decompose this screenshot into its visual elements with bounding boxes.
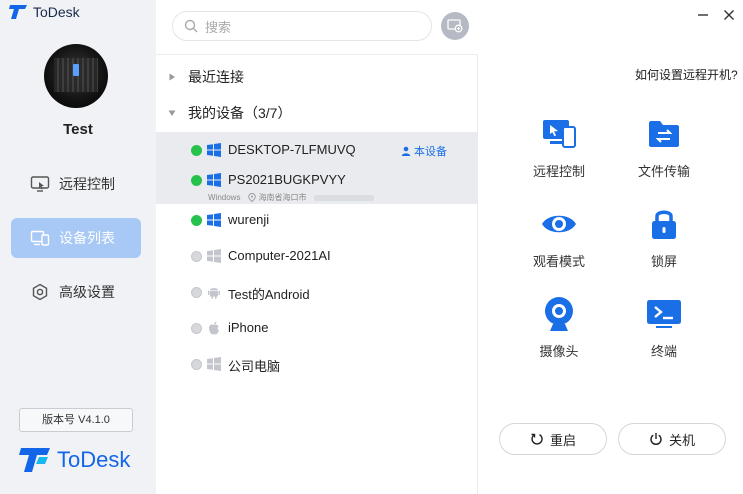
status-offline-dot (191, 323, 202, 334)
device-os-label: Windows (208, 193, 241, 202)
windows-icon (207, 213, 221, 227)
action-label: 观看模式 (532, 254, 585, 269)
status-online-dot (191, 175, 202, 186)
device-row[interactable]: 公司电脑 (156, 348, 478, 384)
todesk-logo-icon (19, 448, 50, 472)
eye-icon (542, 215, 576, 233)
minimize-icon (698, 14, 708, 16)
status-offline-dot (191, 359, 202, 370)
terminal-icon (647, 300, 681, 328)
action-remote-control[interactable]: 远程控制 (519, 112, 599, 180)
avatar[interactable] (44, 44, 108, 108)
device-meta: Windows 海南省海口市 (208, 192, 375, 203)
triangle-right-icon (169, 73, 175, 81)
remote-control-icon (30, 176, 50, 192)
nav-label: 高级设置 (59, 284, 115, 300)
remote-boot-help-link[interactable]: 如何设置远程开机? (635, 66, 738, 83)
device-name: iPhone (228, 320, 269, 335)
add-device-icon (447, 19, 463, 33)
username: Test (63, 121, 93, 138)
devices-icon (30, 230, 50, 246)
brand-bottom: ToDesk (18, 446, 130, 474)
search-bar[interactable]: 搜索 (172, 11, 432, 41)
camera-icon (545, 297, 573, 331)
app-brand: ToDesk (8, 4, 80, 20)
nav-label: 远程控制 (59, 176, 115, 192)
device-name: PS2021BUGKPVYY (228, 172, 346, 187)
minimize-button[interactable] (694, 6, 712, 24)
nav-remote-control[interactable]: 远程控制 (11, 164, 141, 204)
action-watch-mode[interactable]: 观看模式 (519, 202, 599, 270)
nav-device-list[interactable]: 设备列表 (11, 218, 141, 258)
shutdown-label: 关机 (668, 432, 695, 448)
windows-icon (207, 143, 221, 157)
status-offline-dot (191, 287, 202, 298)
search-input[interactable]: 搜索 (205, 17, 231, 36)
file-transfer-icon (649, 121, 679, 147)
device-row[interactable]: wurenji (156, 204, 478, 240)
version-badge: 版本号 V4.1.0 (19, 408, 133, 432)
device-name: Test的Android (228, 287, 310, 302)
power-icon (650, 433, 662, 446)
user-icon (401, 146, 411, 156)
android-icon (208, 288, 220, 299)
device-row[interactable]: PS2021BUGKPVYY Windows 海南省海口市 (156, 168, 478, 204)
device-name: Computer-2021AI (228, 248, 331, 263)
this-device-label: 本设备 (414, 146, 447, 158)
location-icon (248, 193, 257, 202)
nav-label: 设备列表 (59, 230, 115, 246)
restart-button[interactable]: 重启 (499, 423, 607, 455)
group-my-devices[interactable]: 我的设备（3/7） (156, 102, 291, 124)
device-row[interactable]: Test的Android (156, 276, 478, 312)
group-label: 我的设备（3/7） (188, 105, 292, 121)
status-online-dot (191, 145, 202, 156)
triangle-down-icon (168, 110, 176, 116)
add-device-button[interactable] (441, 12, 469, 40)
device-row[interactable]: iPhone (156, 312, 478, 348)
action-terminal[interactable]: 终端 (624, 292, 704, 360)
action-label: 锁屏 (650, 254, 677, 269)
windows-icon (207, 173, 221, 187)
action-lock-screen[interactable]: 锁屏 (624, 202, 704, 270)
device-name: DESKTOP-7LFMUVQ (228, 142, 356, 157)
action-label: 远程控制 (532, 164, 585, 179)
action-label: 终端 (650, 344, 677, 359)
close-button[interactable] (720, 6, 738, 24)
windows-icon (207, 249, 221, 263)
action-label: 文件传输 (637, 164, 690, 179)
action-file-transfer[interactable]: 文件传输 (624, 112, 704, 180)
apple-icon (209, 321, 219, 335)
device-row[interactable]: Computer-2021AI (156, 240, 478, 276)
todesk-logo-icon (9, 5, 27, 19)
close-icon (724, 10, 734, 20)
nav-advanced-settings[interactable]: 高级设置 (11, 272, 141, 312)
app-title: ToDesk (33, 4, 80, 20)
search-icon (184, 19, 198, 33)
sidebar: ToDesk Test 远程控制 设备列表 高级设置 版本号 V4.1.0 To… (0, 0, 156, 494)
settings-icon (32, 283, 48, 301)
blurred-ip (314, 194, 375, 201)
remote-control-icon (543, 120, 576, 148)
group-recent[interactable]: 最近连接 (156, 66, 244, 88)
shutdown-button[interactable]: 关机 (618, 423, 726, 455)
action-label: 摄像头 (539, 344, 579, 359)
windows-icon (207, 357, 221, 371)
brand-bottom-text: ToDesk (57, 447, 131, 472)
group-label: 最近连接 (188, 69, 244, 85)
status-online-dot (191, 215, 202, 226)
restart-icon (531, 433, 543, 445)
restart-label: 重启 (549, 432, 576, 448)
device-row[interactable]: DESKTOP-7LFMUVQ 本设备 (156, 132, 478, 168)
device-location: 海南省海口市 (258, 193, 307, 202)
status-offline-dot (191, 251, 202, 262)
lock-icon (652, 210, 676, 239)
device-name: 公司电脑 (228, 359, 281, 374)
action-camera[interactable]: 摄像头 (519, 292, 599, 360)
device-name: wurenji (228, 212, 270, 227)
this-device-badge: 本设备 (401, 143, 447, 159)
device-list: 最近连接 我的设备（3/7） DESKTOP-7LFMUVQ 本设备 PS202… (156, 54, 478, 494)
